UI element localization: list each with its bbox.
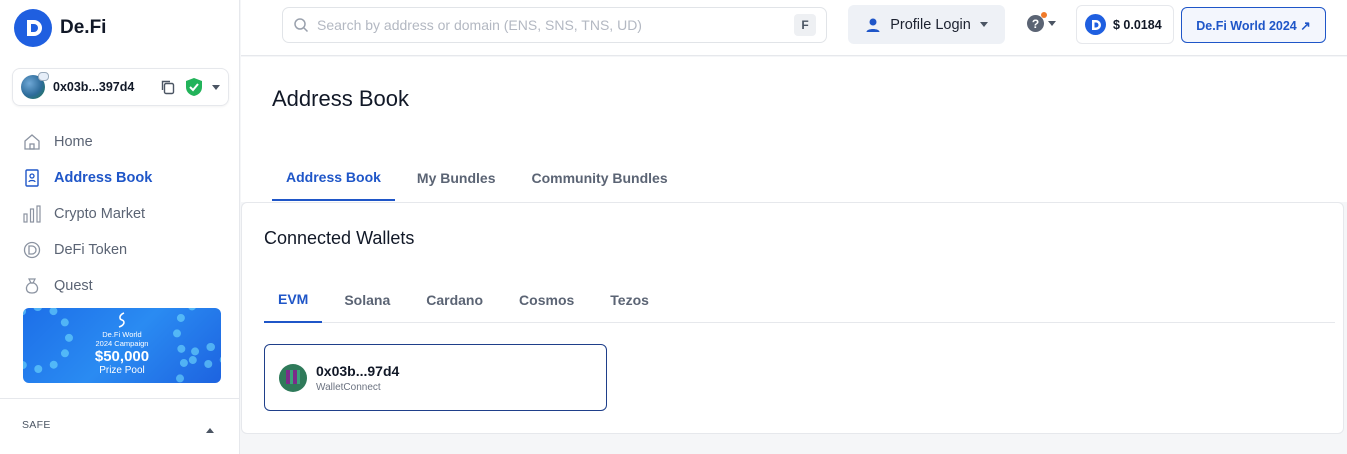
tab-community-bundles[interactable]: Community Bundles: [518, 155, 682, 201]
copy-icon[interactable]: [160, 79, 176, 95]
wallet-address: 0x03b...397d4: [53, 80, 135, 94]
sidebar-item-label: Address Book: [54, 170, 153, 186]
promo-line1: De.Fi World: [102, 330, 142, 339]
promo-pool: Prize Pool: [99, 365, 145, 376]
tab-solana[interactable]: Solana: [330, 277, 404, 323]
wallet-info: 0x03b...97d4 WalletConnect: [316, 363, 399, 393]
sidebar-item-address-book[interactable]: Address Book: [22, 160, 222, 196]
wallet-provider: WalletConnect: [316, 381, 381, 393]
tab-cosmos[interactable]: Cosmos: [505, 277, 588, 323]
profile-login-label: Profile Login: [890, 16, 971, 33]
notification-dot: [1041, 12, 1047, 18]
sidebar-item-quest[interactable]: Quest: [22, 268, 222, 304]
chevron-down-icon: [1048, 21, 1056, 26]
defi-logo-icon: [14, 9, 52, 47]
search-icon: [294, 18, 309, 33]
sidebar-item-defi-token[interactable]: DeFi Token: [22, 232, 222, 268]
shield-check-icon[interactable]: [184, 77, 204, 97]
promo-banner[interactable]: De.Fi World 2024 Campaign $50,000 Prize …: [23, 308, 221, 383]
wallet-avatar: [21, 72, 49, 99]
search-shortcut: F: [794, 14, 816, 36]
tab-evm[interactable]: EVM: [264, 277, 323, 323]
tab-address-book[interactable]: Address Book: [272, 155, 395, 201]
help-menu[interactable]: ?: [1027, 12, 1056, 32]
wallet-avatar: [279, 363, 307, 392]
sidebar-nav: Home Address Book Crypto Market DeFi Tok…: [22, 124, 222, 304]
wallet-selector[interactable]: 0x03b...397d4: [12, 68, 229, 106]
safe-section-label[interactable]: SAFE: [22, 419, 51, 431]
chevron-up-icon[interactable]: [206, 428, 214, 433]
tab-tezos[interactable]: Tezos: [596, 277, 663, 323]
profile-login-button[interactable]: Profile Login: [848, 5, 1005, 44]
promo-line2: 2024 Campaign: [95, 339, 149, 348]
bar-chart-icon: [22, 204, 42, 224]
promo-amount: $50,000: [94, 348, 150, 365]
connected-wallets-card: Connected Wallets EVM Solana Cardano Cos…: [241, 202, 1344, 434]
logo[interactable]: De.Fi: [14, 9, 106, 47]
connected-wallet-item[interactable]: 0x03b...97d4 WalletConnect: [264, 344, 607, 411]
token-icon: [22, 240, 42, 260]
page-header: Address Book Address Book My Bundles Com…: [241, 57, 1347, 202]
promo-logo-icon: [118, 312, 125, 328]
sidebar-item-crypto-market[interactable]: Crypto Market: [22, 196, 222, 232]
page-tabs: Address Book My Bundles Community Bundle…: [272, 155, 690, 201]
help-icon: ?: [1027, 12, 1047, 32]
tab-my-bundles[interactable]: My Bundles: [403, 155, 510, 201]
price-value: $ 0.0184: [1113, 17, 1162, 32]
defi-coin-icon: [1085, 14, 1106, 35]
address-book-icon: [22, 168, 42, 188]
chevron-down-icon[interactable]: [212, 84, 220, 90]
page-title: Address Book: [272, 86, 409, 111]
divider: [0, 398, 240, 399]
token-price[interactable]: $ 0.0184: [1076, 5, 1174, 44]
tab-cardano[interactable]: Cardano: [412, 277, 497, 323]
top-header: F Profile Login ? $ 0.0184 De.Fi World 2…: [241, 0, 1347, 56]
search-input[interactable]: [317, 17, 786, 33]
search-bar[interactable]: F: [282, 7, 827, 43]
promo-campaign: De.Fi World 2024 Campaign: [23, 330, 221, 348]
sidebar-item-label: Crypto Market: [54, 206, 146, 222]
quest-bag-icon: [22, 276, 42, 296]
home-icon: [22, 132, 42, 152]
chain-tabs: EVM Solana Cardano Cosmos Tezos: [264, 277, 1335, 323]
defi-world-button[interactable]: De.Fi World 2024 ↗: [1181, 7, 1326, 43]
sidebar-item-label: Home: [54, 134, 93, 150]
sidebar-item-home[interactable]: Home: [22, 124, 222, 160]
card-title: Connected Wallets: [264, 228, 415, 248]
sidebar-item-label: Quest: [54, 278, 93, 294]
user-icon: [866, 18, 880, 32]
sidebar-item-label: DeFi Token: [54, 242, 128, 258]
chevron-down-icon: [979, 22, 988, 27]
brand-name: De.Fi: [60, 17, 107, 38]
wallet-address: 0x03b...97d4: [316, 362, 400, 379]
help-glyph: ?: [1031, 16, 1040, 31]
sidebar: De.Fi 0x03b...397d4 Home Address Book Cr…: [0, 0, 240, 454]
